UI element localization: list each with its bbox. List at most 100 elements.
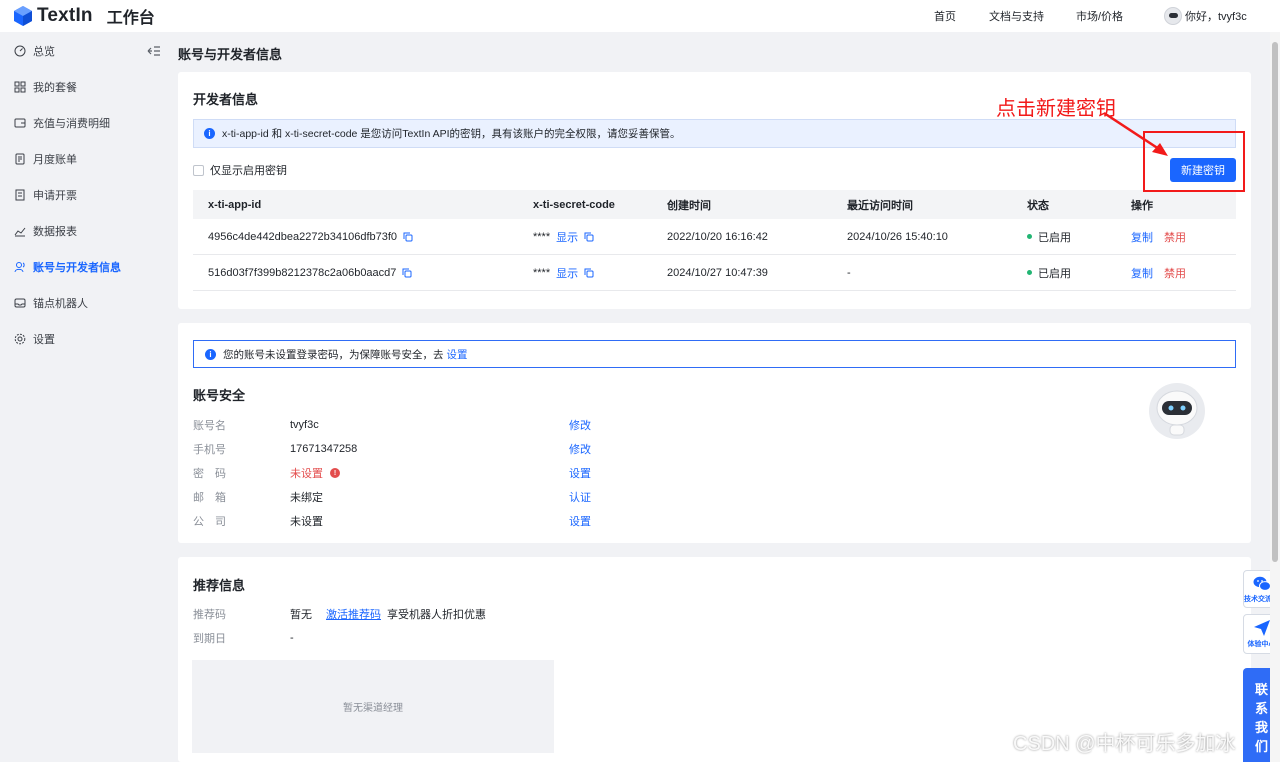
status-dot — [1027, 270, 1032, 275]
field-label: 到期日 — [193, 633, 226, 645]
workspace-title: 工作台 — [106, 10, 155, 27]
password-notice: i 您的账号未设置登录密码，为保障账号安全，去 设置 — [193, 340, 1236, 368]
table-header: x-ti-app-id x-ti-secret-code 创建时间 最近访问时间… — [193, 190, 1236, 219]
sidebar-item-reports[interactable]: 数据报表 — [0, 216, 170, 246]
edit-account-link[interactable]: 修改 — [569, 417, 591, 433]
secret-cell: **** 显示 — [533, 255, 594, 290]
only-enabled-filter[interactable]: 仅显示启用密钥 — [193, 162, 287, 178]
channel-manager-empty: 暂无渠道经理 — [192, 660, 554, 753]
only-enabled-label: 仅显示启用密钥 — [210, 165, 287, 177]
app-id-cell: 4956c4de442dbea2272b34106dfb73f0 — [208, 219, 413, 254]
row-actions: 复制 禁用 — [1131, 219, 1186, 254]
sidebar-item-label: 总览 — [33, 46, 55, 58]
logo[interactable]: TextIn 工作台 — [14, 4, 155, 28]
csdn-watermark: CSDN @中杯可乐多加冰 — [1013, 733, 1236, 755]
channel-manager-empty-text: 暂无渠道经理 — [343, 703, 403, 714]
page-scrollbar[interactable] — [1270, 32, 1280, 762]
field-value: 暂无 激活推荐码 享受机器人折扣优惠 — [290, 606, 486, 622]
sidebar-item-overview[interactable]: 总览 — [0, 36, 170, 66]
disable-key-link[interactable]: 禁用 — [1164, 229, 1186, 245]
set-password-action[interactable]: 设置 — [569, 465, 591, 481]
sidebar-item-monthly-bill[interactable]: 月度账单 — [0, 144, 170, 174]
password-status: 未设置 — [290, 468, 323, 480]
show-secret-link[interactable]: 显示 — [556, 229, 578, 245]
invoice-icon — [15, 189, 25, 201]
last-access-time: - — [847, 266, 851, 279]
avatar — [1164, 7, 1182, 25]
sidebar-item-anchor-robot[interactable]: 锚点机器人 — [0, 288, 170, 318]
inbox-icon — [14, 298, 26, 308]
field-label: 邮 箱 — [193, 492, 226, 504]
field-value: 17671347258 — [290, 443, 358, 455]
only-enabled-checkbox[interactable] — [193, 164, 204, 176]
annotation-highlight-box — [1143, 131, 1245, 192]
status-dot — [1027, 234, 1032, 239]
wallet-icon — [14, 118, 26, 128]
nav-market-link[interactable]: 市场/价格 — [1076, 8, 1123, 24]
show-secret-link[interactable]: 显示 — [556, 265, 578, 281]
field-label: 推荐码 — [193, 609, 226, 621]
disable-key-link[interactable]: 禁用 — [1164, 265, 1186, 281]
developer-notice-text: x-ti-app-id 和 x-ti-secret-code 是您访问TextI… — [222, 128, 681, 140]
sidebar-item-recharge[interactable]: 充值与消费明细 — [0, 108, 170, 138]
page-title: 账号与开发者信息 — [178, 47, 283, 62]
sidebar-item-packages[interactable]: 我的套餐 — [0, 72, 170, 102]
robot-mascot-icon — [1149, 383, 1205, 439]
column-header: 状态 — [1027, 199, 1049, 212]
sidebar-item-account-developer[interactable]: 账号与开发者信息 — [0, 252, 170, 282]
copy-key-link[interactable]: 复制 — [1131, 229, 1153, 245]
status-text: 已启用 — [1038, 267, 1071, 280]
set-password-link[interactable]: 设置 — [447, 347, 468, 362]
scrollbar-thumb[interactable] — [1272, 42, 1278, 562]
nav-home-link[interactable]: 首页 — [934, 8, 956, 24]
app-id-value: 4956c4de442dbea2272b34106dfb73f0 — [208, 230, 398, 243]
column-header: x-ti-secret-code — [533, 198, 615, 211]
user-greeting: 你好，tvyf3c — [1185, 11, 1247, 23]
field-label: 密 码 — [193, 468, 226, 480]
sidebar-item-settings[interactable]: 设置 — [0, 324, 170, 354]
send-icon — [1253, 620, 1270, 636]
keys-table: x-ti-app-id x-ti-secret-code 创建时间 最近访问时间… — [193, 190, 1236, 291]
copy-icon[interactable] — [403, 232, 413, 242]
password-notice-text: 您的账号未设置登录密码，为保障账号安全，去 — [223, 348, 444, 361]
sidebar-item-invoice[interactable]: 申请开票 — [0, 180, 170, 210]
developer-notice: i x-ti-app-id 和 x-ti-secret-code 是您访问Tex… — [193, 119, 1236, 148]
field-value: 未设置 — [290, 516, 323, 528]
app-id-cell: 516d03f7f399b8212378c2a06b0aacd7 — [208, 255, 412, 290]
table-row: 4956c4de442dbea2272b34106dfb73f0 **** 显示… — [193, 219, 1236, 255]
bill-icon — [15, 153, 25, 165]
contact-char: 我 — [1254, 720, 1268, 735]
field-value: - — [290, 632, 294, 644]
secret-mask: **** — [533, 230, 551, 243]
status-badge: 已启用 — [1027, 219, 1071, 254]
activate-referral-link[interactable]: 激活推荐码 — [326, 606, 381, 622]
edit-phone-link[interactable]: 修改 — [569, 441, 591, 457]
last-access-time: 2024/10/26 15:40:10 — [847, 230, 948, 243]
sidebar-item-label: 申请开票 — [33, 190, 77, 202]
field-label: 账号名 — [193, 420, 226, 432]
status-badge: 已启用 — [1027, 255, 1071, 290]
nav-docs-link[interactable]: 文档与支持 — [989, 8, 1044, 24]
column-header: 最近访问时间 — [847, 199, 913, 212]
status-text: 已启用 — [1038, 231, 1071, 244]
copy-icon[interactable] — [584, 232, 594, 242]
copy-icon[interactable] — [584, 268, 594, 278]
row-actions: 复制 禁用 — [1131, 255, 1186, 290]
sidebar-item-label: 数据报表 — [33, 226, 77, 238]
brand-name: TextIn — [37, 5, 93, 26]
gear-icon — [14, 333, 26, 345]
set-company-link[interactable]: 设置 — [569, 513, 591, 529]
info-icon: i — [205, 348, 216, 360]
account-security-title: 账号安全 — [193, 388, 246, 403]
verify-email-link[interactable]: 认证 — [569, 489, 591, 505]
grid-icon — [14, 81, 26, 93]
contact-char: 们 — [1254, 739, 1268, 754]
copy-icon[interactable] — [402, 268, 412, 278]
sidebar-item-label: 我的套餐 — [33, 82, 77, 94]
user-menu[interactable]: 你好，tvyf3c — [1164, 7, 1247, 25]
column-header: 创建时间 — [667, 199, 711, 212]
info-icon: i — [204, 128, 215, 139]
sidebar-item-label: 充值与消费明细 — [33, 118, 110, 130]
secret-cell: **** 显示 — [533, 219, 594, 254]
copy-key-link[interactable]: 复制 — [1131, 265, 1153, 281]
